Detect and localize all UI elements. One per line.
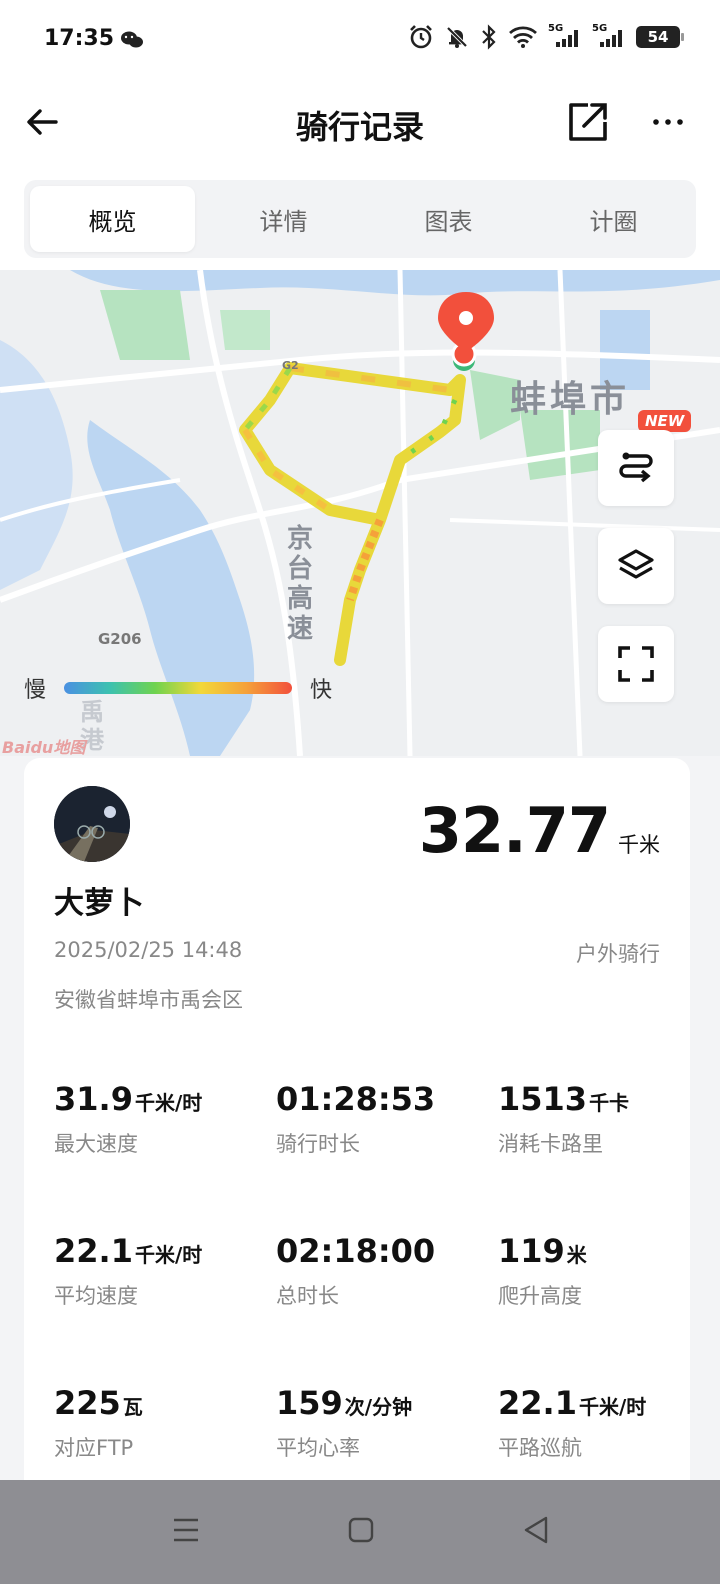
stat-total-time: 02:18:00 总时长 bbox=[276, 1232, 496, 1310]
stat-ftp: 225 瓦 对应FTP bbox=[54, 1384, 274, 1462]
stat-label: 平路巡航 bbox=[498, 1436, 582, 1460]
stat-value: 31.9 bbox=[54, 1080, 133, 1118]
stat-label: 最大速度 bbox=[54, 1132, 138, 1156]
layers-icon bbox=[618, 549, 654, 579]
avatar-image bbox=[54, 786, 130, 862]
fullscreen-icon bbox=[618, 646, 654, 682]
new-badge: NEW bbox=[638, 410, 692, 432]
legend-fast: 快 bbox=[310, 678, 333, 703]
stat-unit: 米 bbox=[566, 1243, 587, 1267]
stat-label: 消耗卡路里 bbox=[498, 1132, 603, 1156]
route-icon bbox=[619, 452, 653, 483]
tab-bar: 概览 详情 图表 计圈 bbox=[24, 180, 696, 258]
menu-icon[interactable] bbox=[166, 1510, 206, 1550]
ride-datetime: 2025/02/25 14:48 bbox=[54, 938, 243, 962]
battery-indicator: 54 bbox=[636, 26, 684, 48]
system-nav-bar bbox=[0, 1480, 720, 1584]
alarm-icon bbox=[410, 25, 432, 49]
stat-label: 平均心率 bbox=[276, 1436, 360, 1460]
tab-charts[interactable]: 图表 bbox=[366, 180, 531, 258]
tab-details[interactable]: 详情 bbox=[201, 180, 366, 258]
ride-location: 安徽省蚌埠市禹会区 bbox=[54, 988, 243, 1012]
app-header: 骑行记录 bbox=[0, 80, 720, 176]
signal-icon bbox=[556, 30, 578, 47]
distance-unit: 千米 bbox=[618, 833, 660, 857]
map-label-city: 蚌埠市 bbox=[510, 379, 631, 420]
stat-max-speed: 31.9 千米/时 最大速度 bbox=[54, 1080, 274, 1158]
stat-unit: 次/分钟 bbox=[344, 1395, 413, 1419]
speed-gradient-bar bbox=[64, 682, 293, 694]
stat-calories: 1513 千卡 消耗卡路里 bbox=[498, 1080, 718, 1158]
stat-elevation: 119 米 爬升高度 bbox=[498, 1232, 718, 1310]
stat-value: 02:18:00 bbox=[276, 1232, 436, 1270]
signal-5g-1: 5G bbox=[548, 23, 582, 49]
signal-icon bbox=[600, 30, 622, 47]
status-icons: 5G 5G 54 bbox=[408, 23, 684, 50]
map-layers-button[interactable] bbox=[598, 528, 674, 604]
speed-legend: 慢 快 bbox=[24, 672, 332, 704]
wifi-icon bbox=[509, 26, 537, 48]
status-bar: 17:35 5G 5G 54 bbox=[0, 0, 720, 80]
avatar[interactable] bbox=[54, 786, 130, 862]
stat-value: 119 bbox=[498, 1232, 565, 1270]
tab-laps[interactable]: 计圈 bbox=[531, 180, 696, 258]
stat-label: 平均速度 bbox=[54, 1284, 138, 1308]
stat-unit: 千米/时 bbox=[134, 1243, 203, 1267]
mute-bell-icon bbox=[446, 26, 468, 48]
page-title: 骑行记录 bbox=[295, 108, 424, 146]
stat-unit: 瓦 bbox=[122, 1395, 143, 1419]
wechat-icon bbox=[121, 31, 143, 48]
edit-icon[interactable] bbox=[566, 100, 610, 144]
distance-value: 32.77 bbox=[418, 794, 611, 867]
baidu-map-logo: Baidu地图 bbox=[2, 738, 86, 756]
map-label-g206: G206 bbox=[98, 630, 142, 648]
stat-unit: 千卡 bbox=[589, 1091, 630, 1115]
route-replay-button[interactable] bbox=[598, 430, 674, 506]
back-triangle-icon[interactable] bbox=[516, 1510, 556, 1550]
tabs-container: 概览 详情 图表 计圈 bbox=[0, 176, 720, 270]
stat-label: 对应FTP bbox=[54, 1436, 134, 1460]
map-label-road: 京台高速 bbox=[286, 524, 313, 644]
bluetooth-icon bbox=[482, 24, 496, 50]
fullscreen-button[interactable] bbox=[598, 626, 674, 702]
stat-label: 骑行时长 bbox=[276, 1132, 360, 1156]
stat-value: 225 bbox=[54, 1384, 121, 1422]
user-name: 大萝卜 bbox=[54, 886, 144, 921]
total-distance: 32.77 千米 bbox=[419, 794, 660, 867]
legend-slow: 慢 bbox=[24, 678, 47, 703]
stat-unit: 千米/时 bbox=[578, 1395, 647, 1419]
home-icon[interactable] bbox=[341, 1510, 381, 1550]
signal-5g-2: 5G bbox=[592, 23, 626, 49]
stat-avg-speed: 22.1 千米/时 平均速度 bbox=[54, 1232, 274, 1310]
status-time: 17:35 bbox=[44, 26, 115, 51]
tab-overview[interactable]: 概览 bbox=[30, 186, 195, 252]
stat-label: 总时长 bbox=[276, 1284, 339, 1308]
stat-label: 爬升高度 bbox=[498, 1284, 582, 1308]
ride-summary-card: 大萝卜 32.77 千米 2025/02/25 14:48 户外骑行 安徽省蚌埠… bbox=[24, 758, 690, 1498]
stat-value: 22.1 bbox=[54, 1232, 133, 1270]
stat-value: 22.1 bbox=[498, 1384, 577, 1422]
map-label-g2: G2 bbox=[282, 359, 299, 372]
stat-value: 01:28:53 bbox=[276, 1080, 436, 1118]
activity-type: 户外骑行 bbox=[576, 942, 660, 966]
stat-flat-cruise: 22.1 千米/时 平路巡航 bbox=[498, 1384, 718, 1462]
stat-value: 1513 bbox=[498, 1080, 588, 1118]
stat-unit: 千米/时 bbox=[134, 1091, 203, 1115]
more-icon[interactable] bbox=[648, 102, 688, 142]
route-map[interactable]: G2 蚌埠市 京台高速 G206 禹港 Baidu地图 慢 快 NEW bbox=[0, 270, 720, 756]
stat-ride-time: 01:28:53 骑行时长 bbox=[276, 1080, 496, 1158]
stat-value: 159 bbox=[276, 1384, 343, 1422]
stat-heart-rate: 159 次/分钟 平均心率 bbox=[276, 1384, 496, 1462]
